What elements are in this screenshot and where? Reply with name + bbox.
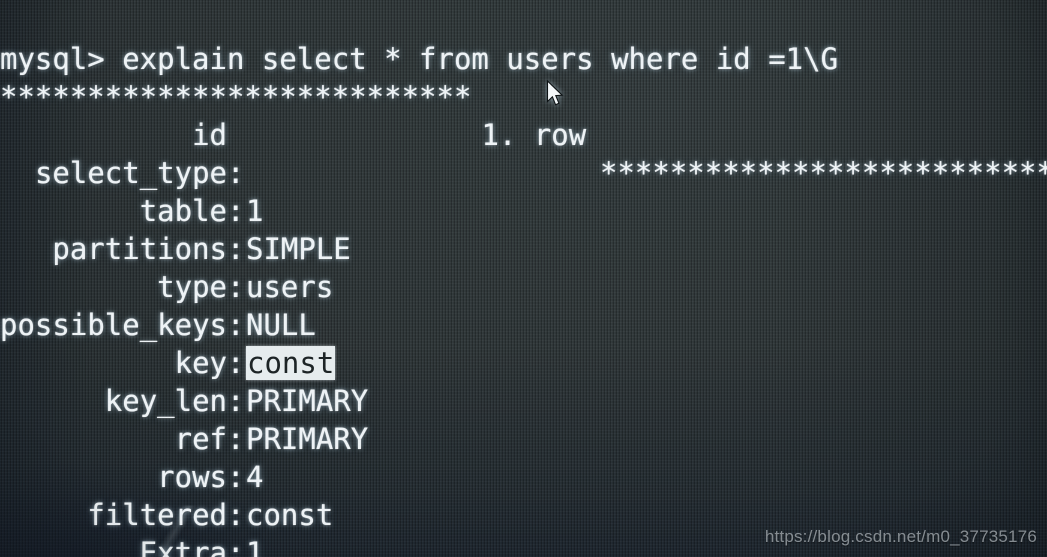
result-separator-line: *************************** 1. row *****…	[0, 40, 1047, 190]
field-row-key: key : PRIMARY	[0, 306, 1047, 456]
field-row-table: table : users	[0, 154, 1047, 304]
blog-url-watermark: https://blog.csdn.net/m0_37735176	[764, 527, 1037, 546]
field-row-partitions: partitions : NULL	[0, 192, 1047, 342]
terminal-screenshot: mysql> explain select * from users where…	[0, 0, 1047, 557]
field-row-ref: ref : const	[0, 382, 1047, 532]
prompt-line[interactable]: mysql> explain select * from users where…	[0, 2, 1047, 76]
field-row-select-type: select_type : SIMPLE	[0, 116, 1047, 266]
field-row-key-len: key_len : 4	[0, 344, 1047, 494]
field-row-id: id : 1	[0, 78, 1047, 228]
field-row-filtered: filtered : 100.00	[0, 458, 1047, 557]
terminal-text-layer[interactable]: mysql> explain select * from users where…	[0, 0, 1047, 557]
field-row-type: type : const	[0, 230, 1047, 380]
field-row-rows: rows : 1	[0, 420, 1047, 557]
field-row-possible-keys: possible_keys : PRIMARY	[0, 268, 1047, 418]
